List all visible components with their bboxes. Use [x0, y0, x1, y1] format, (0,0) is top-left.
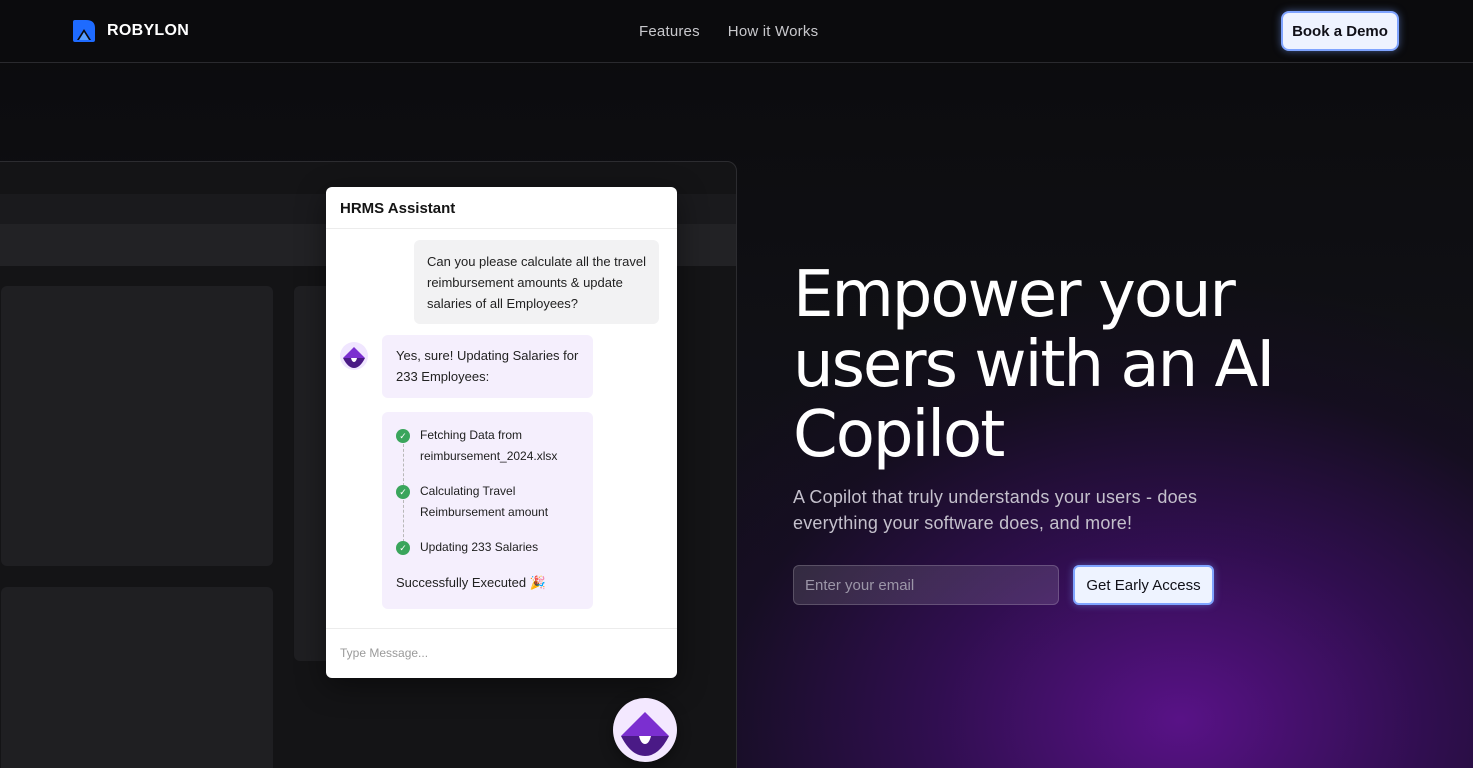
success-message: Successfully Executed 🎉	[396, 575, 546, 590]
check-circle-icon: ✓	[396, 485, 410, 499]
bot-avatar-icon	[340, 342, 368, 370]
email-field[interactable]	[793, 565, 1059, 605]
book-demo-button[interactable]: Book a Demo	[1281, 11, 1399, 51]
robylon-logo-icon	[73, 20, 95, 42]
nav-link-features[interactable]: Features	[639, 23, 700, 40]
chat-title: HRMS Assistant	[326, 187, 677, 229]
nav-link-how-it-works[interactable]: How it Works	[728, 23, 818, 40]
step-label: Updating 233 Salaries	[420, 540, 539, 554]
nav-links: Features How it Works	[639, 23, 818, 40]
brand-name: ROBYLON	[107, 22, 190, 39]
execution-steps-card: ✓ Fetching Data from reimbursement_2024.…	[382, 412, 593, 609]
chat-launcher-icon[interactable]	[613, 698, 677, 762]
hero-subhead: A Copilot that truly understands your us…	[793, 487, 1198, 533]
user-message-bubble: Can you please calculate all the travel …	[414, 240, 659, 324]
hero-headline: Empower your users with an AI Copilot	[793, 258, 1275, 472]
bot-message-bubble: Yes, sure! Updating Salaries for 233 Emp…	[382, 335, 593, 398]
step-item: ✓ Fetching Data from reimbursement_2024.…	[396, 425, 580, 467]
app-mock-card	[1, 286, 273, 566]
step-item: ✓ Calculating Travel Reimbursement amoun…	[396, 481, 580, 523]
check-circle-icon: ✓	[396, 429, 410, 443]
check-circle-icon: ✓	[396, 541, 410, 555]
top-navbar: ROBYLON Features How it Works Book a Dem…	[0, 0, 1473, 63]
app-mock-card	[1, 587, 273, 768]
step-item: ✓ Updating 233 Salaries	[396, 537, 580, 558]
step-label: Fetching Data from reimbursement_2024.xl…	[420, 428, 558, 463]
get-early-access-button[interactable]: Get Early Access	[1073, 565, 1214, 605]
brand-logo[interactable]: ROBYLON	[73, 20, 189, 42]
step-label: Calculating Travel Reimbursement amount	[420, 484, 549, 519]
hrms-assistant-chat: HRMS Assistant Can you please calculate …	[326, 187, 677, 678]
chat-message-input[interactable]: Type Message...	[326, 628, 677, 678]
